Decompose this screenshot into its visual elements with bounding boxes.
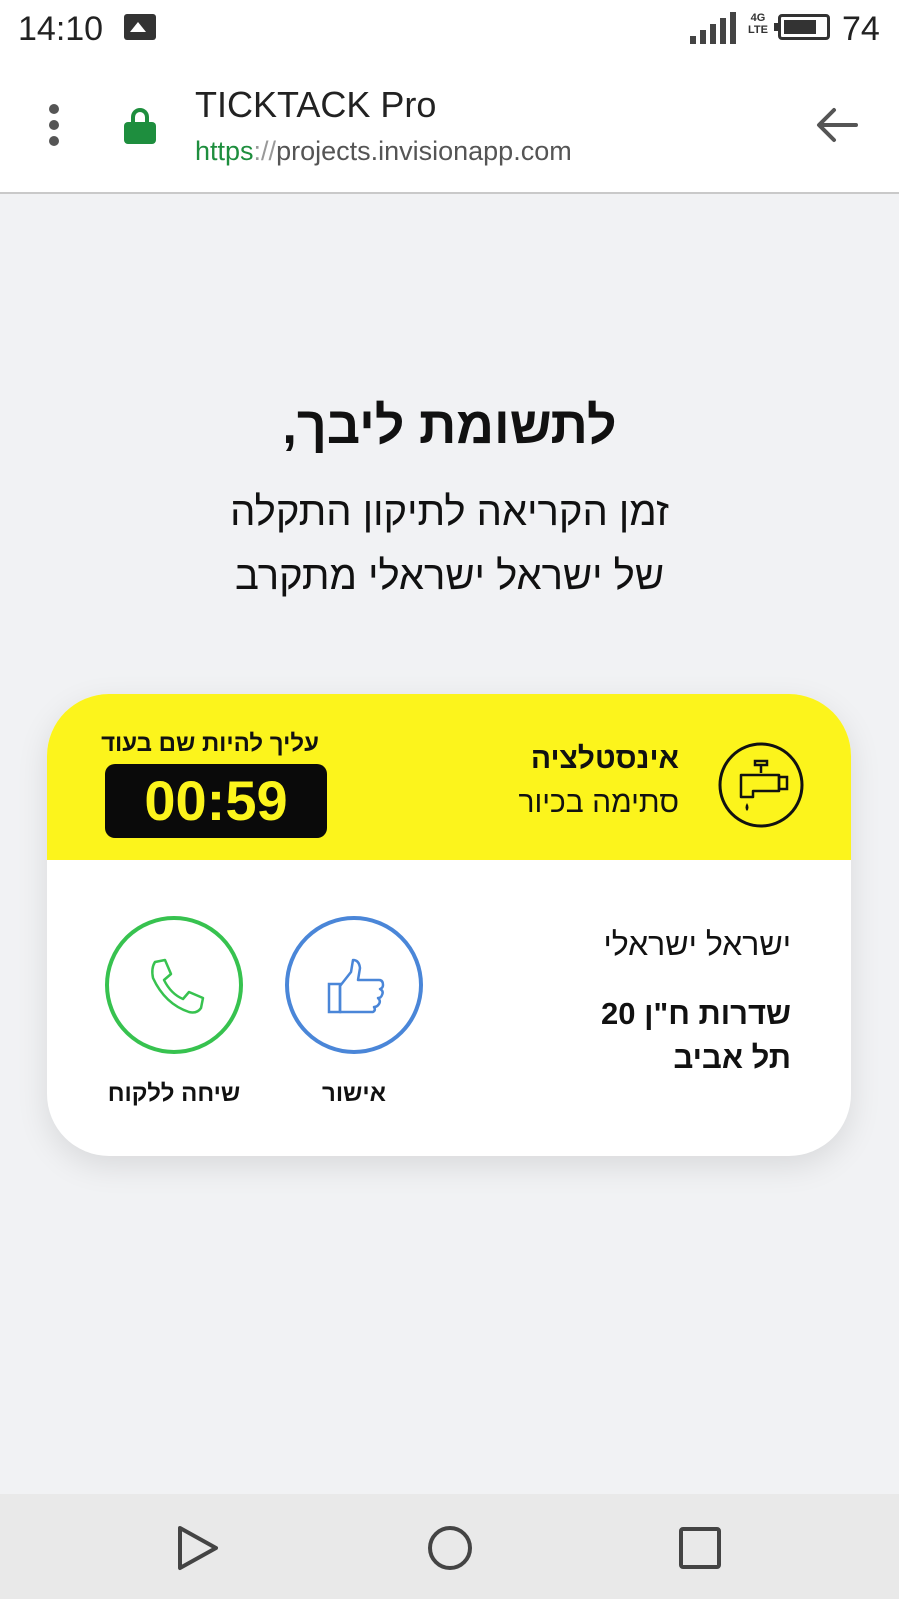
page-title: TICKTACK Pro (195, 84, 437, 125)
status-time: 14:10 (18, 10, 104, 48)
card-header: אינסטלציה סתימה בכיור עליך להיות שם בעוד… (47, 694, 851, 860)
thumbs-up-icon (327, 958, 385, 1014)
alert-message: זמן הקריאה לתיקון התקלה של ישראל ישראלי … (0, 480, 899, 608)
customer-name: ישראל ישראלי (603, 926, 791, 962)
nav-recents-icon[interactable] (678, 1526, 722, 1570)
nav-home-icon[interactable] (426, 1524, 474, 1572)
alert-message-line-1: זמן הקריאה לתיקון התקלה (230, 490, 669, 534)
page-url[interactable]: https://projects.invisionapp.com (195, 136, 572, 167)
service-issue: סתימה בכיור (518, 786, 679, 819)
customer-address-city: תל אביב (673, 1040, 791, 1075)
back-arrow-icon[interactable] (812, 100, 862, 150)
countdown-timer: 00:59 (105, 764, 327, 838)
overflow-menu-icon[interactable] (47, 104, 61, 148)
service-call-card: אינסטלציה סתימה בכיור עליך להיות שם בעוד… (47, 694, 851, 1156)
url-host: projects.invisionapp.com (276, 136, 572, 166)
status-bar: 14:10 4G LTE 74 (0, 0, 899, 56)
call-customer-button[interactable] (105, 916, 243, 1054)
nav-back-icon[interactable] (176, 1524, 220, 1572)
water-tap-icon (718, 742, 804, 828)
url-scheme: https (195, 136, 254, 166)
alert-message-line-2: של ישראל ישראלי מתקרב (234, 554, 665, 598)
browser-toolbar: TICKTACK Pro https://projects.invisionap… (0, 56, 899, 194)
phone-icon (151, 958, 205, 1014)
url-separator: :// (253, 136, 277, 166)
customer-address-street: שדרות ח"ן 20 (601, 996, 791, 1031)
network-type-label: 4G LTE (748, 12, 768, 36)
lock-icon[interactable] (124, 108, 156, 144)
timer-label: עליך להיות שם בעוד (101, 730, 319, 757)
battery-level: 74 (842, 10, 880, 48)
approve-button[interactable] (285, 916, 423, 1054)
call-customer-label: שיחה ללקוח (107, 1080, 241, 1107)
approve-label: אישור (321, 1080, 386, 1107)
alert-title: לתשומת ליבך, (282, 397, 617, 455)
signal-strength-icon (690, 10, 738, 44)
service-category: אינסטלציה (530, 742, 679, 775)
battery-icon (774, 14, 830, 40)
system-navigation-bar (0, 1494, 899, 1599)
image-notification-icon (124, 14, 156, 40)
